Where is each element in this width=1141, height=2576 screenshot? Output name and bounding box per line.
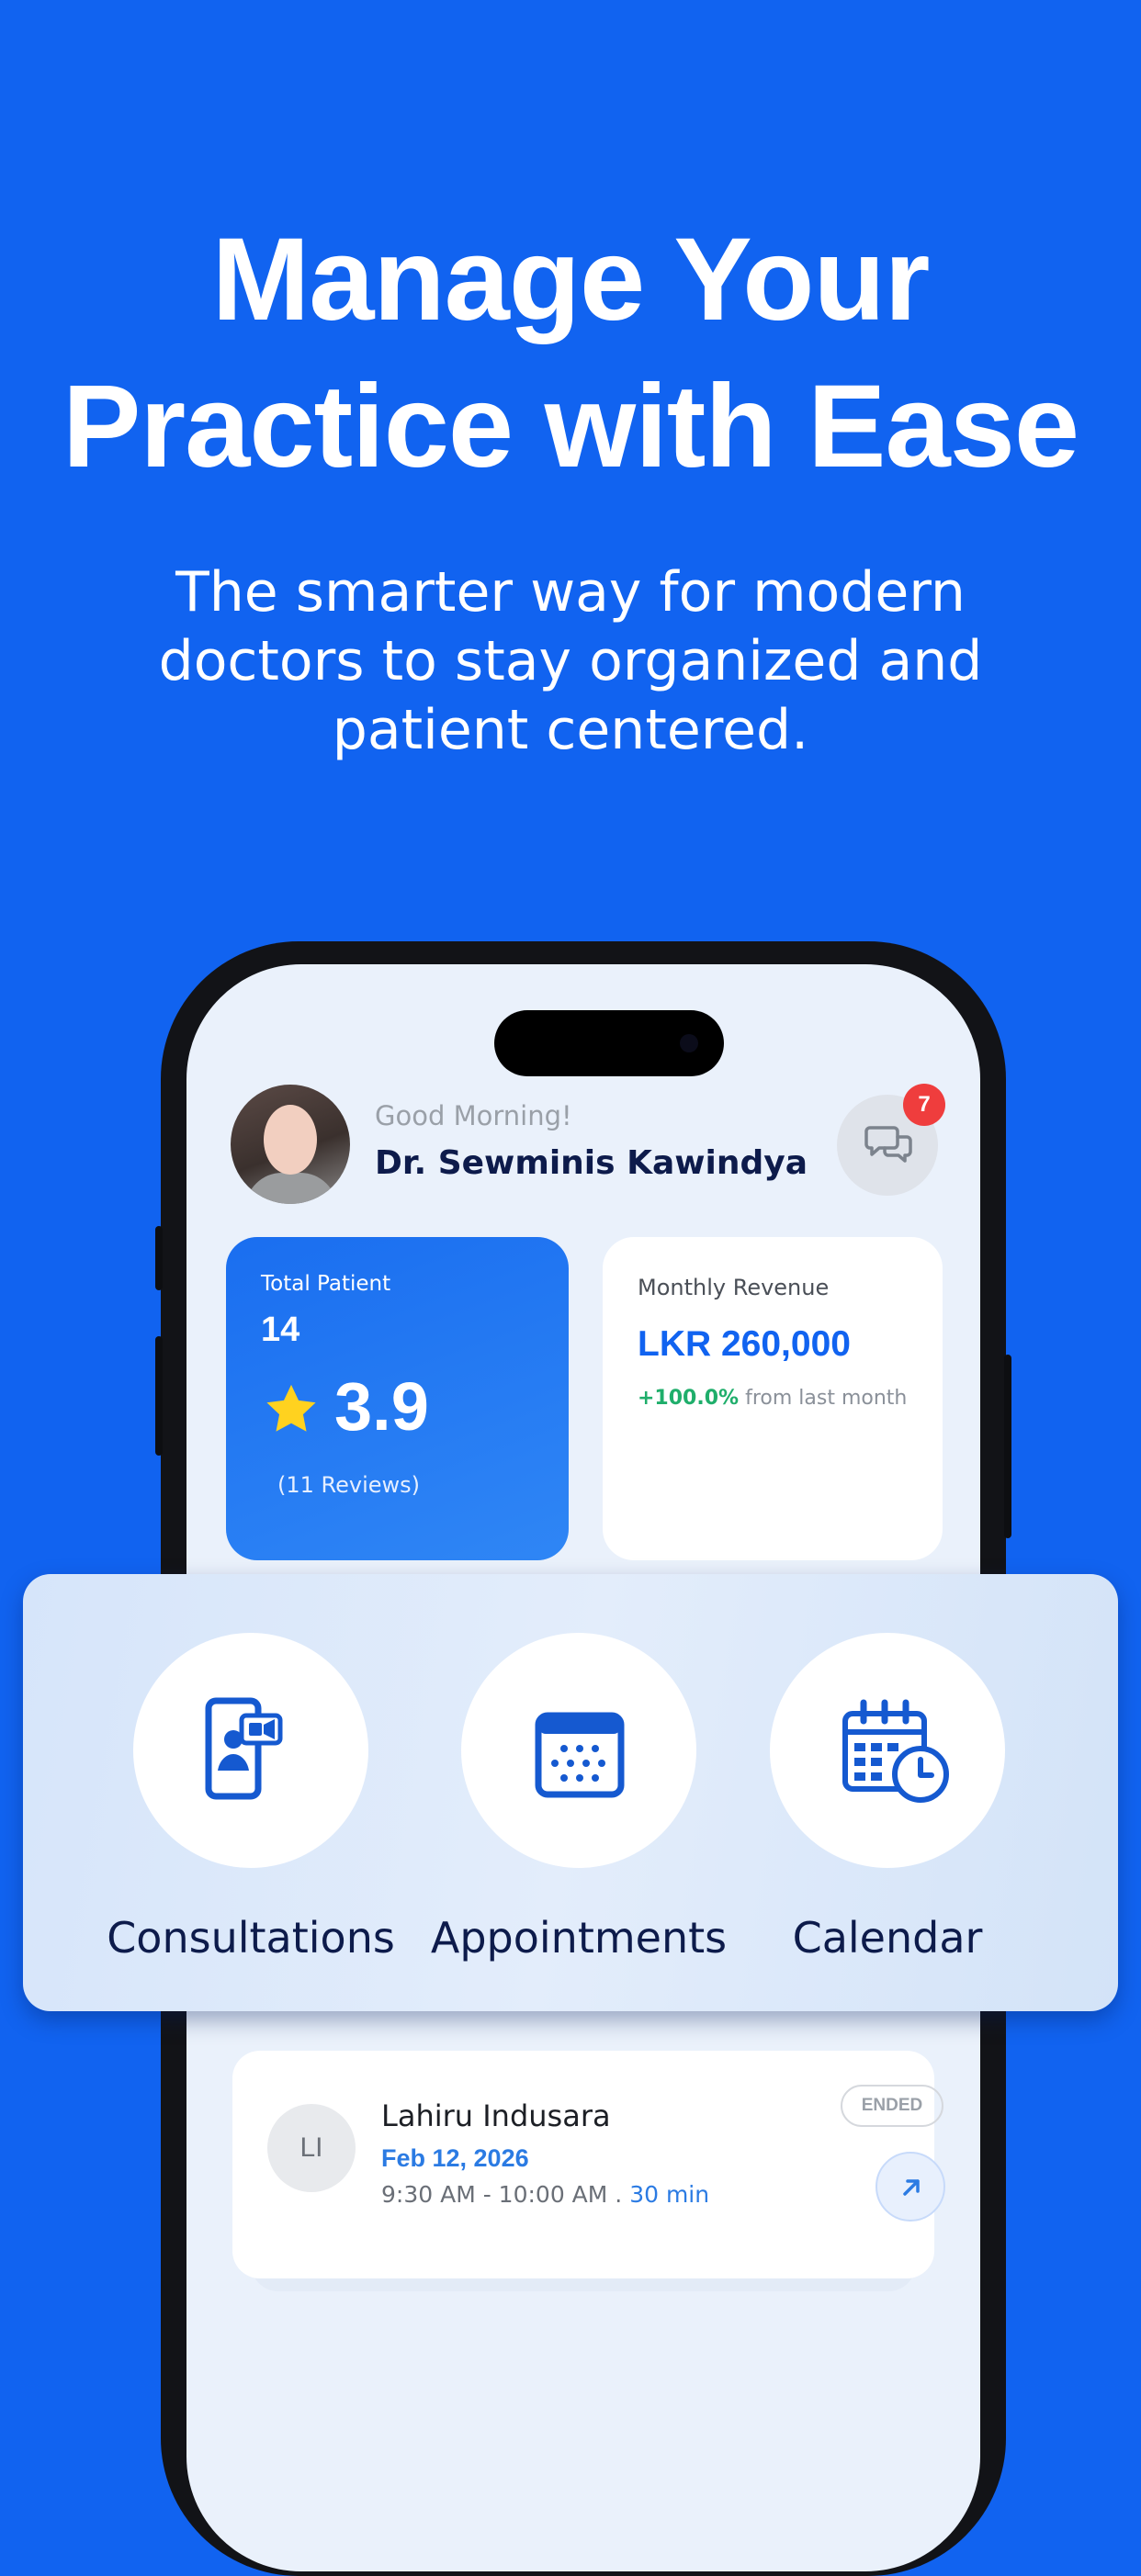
patient-name: Lahiru Indusara — [381, 2098, 611, 2133]
status-badge: ENDED — [841, 2085, 943, 2127]
patient-stats-card[interactable]: Total Patient 14 3.9 (11 Reviews) — [226, 1237, 569, 1560]
doctor-name: Dr. Sewminis Kawindya — [375, 1144, 808, 1182]
dynamic-island — [494, 1010, 724, 1076]
total-patient-value: 14 — [261, 1310, 300, 1349]
video-consultation-icon — [205, 1697, 283, 1800]
calendar-clock-icon — [842, 1699, 949, 1803]
quick-actions-panel: Consultations Appointments Calendar — [23, 1574, 1118, 2011]
camera-icon — [680, 1034, 698, 1052]
revenue-label: Monthly Revenue — [638, 1275, 830, 1300]
consultations-label: Consultations — [107, 1913, 395, 1963]
quick-action-calendar[interactable]: Calendar — [733, 1633, 1009, 2000]
message-count-badge: 7 — [903, 1084, 945, 1126]
appointment-time: 9:30 AM - 10:00 AM . 30 min — [381, 2181, 709, 2208]
revenue-change: +100.0% from last month — [638, 1387, 907, 1410]
revenue-change-suffix: from last month — [745, 1387, 908, 1410]
hero-subtitle-line1: The smarter way for modern — [175, 560, 966, 624]
hero-subtitle: The smarter way for modern doctors to st… — [0, 558, 1141, 765]
quick-action-consultations[interactable]: Consultations — [96, 1633, 395, 2000]
phone-power-button — [1004, 1355, 1011, 1538]
quick-action-appointments[interactable]: Appointments — [424, 1633, 727, 2000]
appointments-circle — [461, 1633, 696, 1868]
calendar-circle — [770, 1633, 1005, 1868]
greeting-text: Good Morning! — [375, 1100, 572, 1131]
patient-initials-avatar: LI — [267, 2104, 356, 2192]
hero-subtitle-line2: doctors to stay organized and — [158, 629, 983, 693]
hero-title-line1: Manage Your — [211, 214, 931, 345]
star-icon — [266, 1384, 316, 1432]
revenue-card[interactable]: Monthly Revenue LKR 260,000 +100.0% from… — [603, 1237, 943, 1560]
calendar-label: Calendar — [792, 1913, 983, 1963]
appointments-label: Appointments — [430, 1913, 728, 1963]
doctor-avatar[interactable] — [231, 1085, 350, 1204]
appointment-date: Feb 12, 2026 — [381, 2144, 529, 2172]
calendar-grid-icon — [535, 1712, 625, 1798]
hero-title: Manage Your Practice with Ease — [0, 207, 1141, 501]
revenue-change-percent: +100.0% — [638, 1387, 740, 1410]
hero-title-line2: Practice with Ease — [62, 361, 1079, 492]
hero-subtitle-line3: patient centered. — [332, 698, 809, 762]
phone-volume-button — [155, 1336, 163, 1456]
chat-bubbles-icon — [864, 1126, 912, 1163]
total-patient-label: Total Patient — [261, 1272, 391, 1296]
appointment-duration: 30 min — [629, 2181, 710, 2208]
appointment-time-range: 9:30 AM - 10:00 AM . — [381, 2181, 623, 2208]
consultations-circle — [133, 1633, 368, 1868]
appointment-card[interactable]: LI Lahiru Indusara Feb 12, 2026 9:30 AM … — [232, 2051, 945, 2278]
revenue-value: LKR 260,000 — [638, 1324, 851, 1364]
open-appointment-button[interactable] — [876, 2152, 945, 2222]
arrow-up-right-icon — [903, 2179, 920, 2196]
rating-value: 3.9 — [334, 1368, 429, 1445]
reviews-count: (11 Reviews) — [277, 1472, 421, 1498]
phone-side-button — [155, 1226, 163, 1290]
